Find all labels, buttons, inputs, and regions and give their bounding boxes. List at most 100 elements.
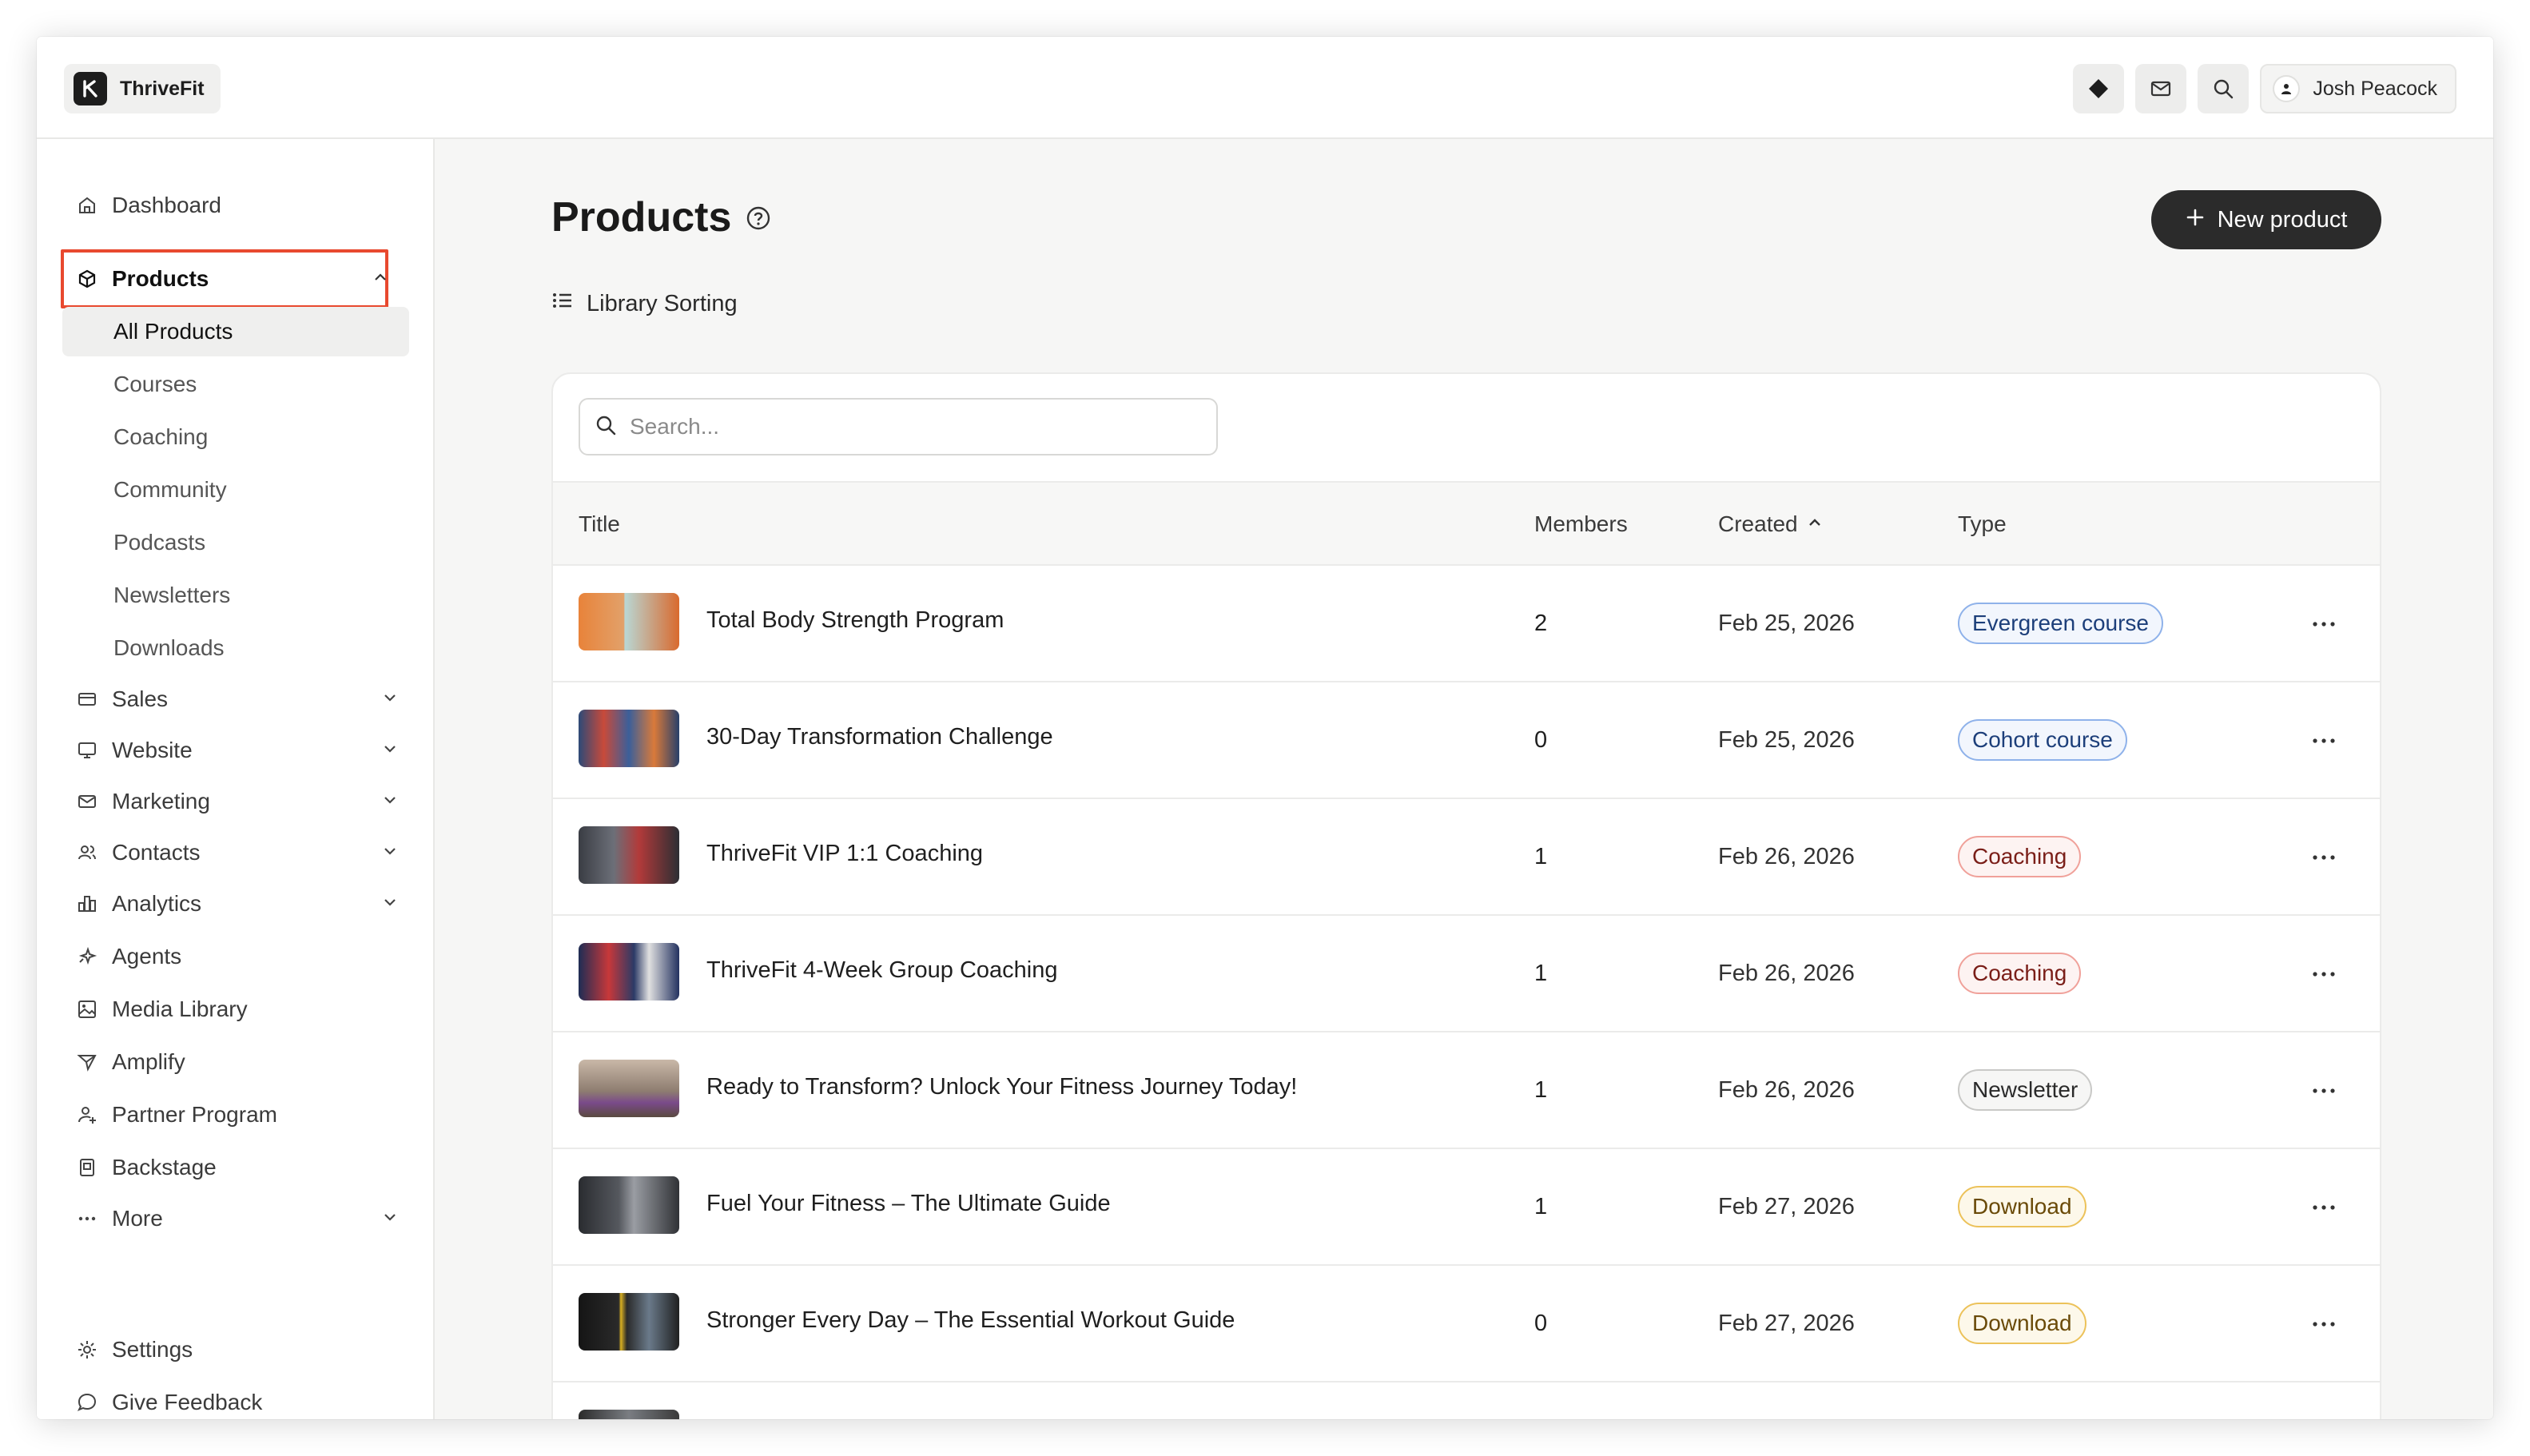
product-title[interactable]: Ready to Transform? Unlock Your Fitness … [706,1074,1297,1100]
table-header: Title Members Created Type [553,481,2380,566]
table-row-partial [553,1382,2380,1419]
app-window: ThriveFit Josh Peacock Dashboard Product… [37,37,2493,1419]
users-icon [75,841,99,865]
table-row[interactable]: Stronger Every Day – The Essential Worko… [553,1266,2380,1382]
diamond-icon[interactable] [2073,64,2125,113]
product-members: 1 [1534,1077,1548,1103]
user-plus-icon [75,1103,99,1127]
column-header-created-label: Created [1718,511,1798,536]
type-badge: Cohort course [1958,719,2127,761]
sidebar-item-label: Dashboard [112,193,221,217]
product-created: Feb 25, 2026 [1718,611,1855,636]
sidebar-subitem-courses[interactable]: Courses [62,360,409,409]
product-title[interactable]: ThriveFit VIP 1:1 Coaching [706,841,983,867]
sidebar-item-amplify[interactable]: Amplify [62,1037,409,1087]
table-row[interactable]: Fuel Your Fitness – The Ultimate Guide 1… [553,1149,2380,1266]
chevron-down-icon[interactable] [380,790,400,815]
product-members: 0 [1534,1311,1548,1336]
sidebar-item-products[interactable]: Products [62,254,409,304]
main-content: Products New product Library Sorting Sea… [436,139,2493,1419]
product-title[interactable]: Total Body Strength Program [706,607,1004,634]
product-thumbnail [579,1293,679,1351]
type-badge: Coaching [1958,836,2082,877]
sidebar-subitem-podcasts[interactable]: Podcasts [62,518,409,567]
more-options-icon[interactable] [2308,845,2340,869]
search-icon[interactable] [2198,64,2250,113]
sidebar-item-dashboard[interactable]: Dashboard [62,181,409,230]
column-header-created[interactable]: Created [1718,511,1824,537]
sidebar-item-agents[interactable]: Agents [62,932,409,981]
monitor-icon [75,738,99,762]
sidebar-item-label: Website [112,738,193,762]
page-title-text: Products [551,194,732,241]
sidebar-item-media-library[interactable]: Media Library [62,985,409,1034]
table-row[interactable]: 30-Day Transformation Challenge 0 Feb 25… [553,682,2380,799]
product-title[interactable]: Fuel Your Fitness – The Ultimate Guide [706,1191,1111,1217]
chevron-down-icon[interactable] [380,687,400,713]
sidebar-subitem-newsletters[interactable]: Newsletters [62,571,409,620]
sidebar-item-label: More [112,1206,163,1231]
brand-logo-icon [74,72,107,105]
user-menu-button[interactable]: Josh Peacock [2260,64,2456,113]
product-title[interactable]: 30-Day Transformation Challenge [706,724,1053,750]
product-title[interactable]: ThriveFit 4-Week Group Coaching [706,957,1057,984]
product-title[interactable]: Stronger Every Day – The Essential Worko… [706,1307,1235,1334]
chat-icon [75,1390,99,1414]
column-header-members[interactable]: Members [1534,511,1628,537]
mail-icon[interactable] [2135,64,2187,113]
top-actions: Josh Peacock [2073,64,2456,113]
chevron-down-icon[interactable] [380,892,400,917]
table-row[interactable]: ThriveFit 4-Week Group Coaching 1 Feb 26… [553,916,2380,1032]
product-thumbnail [579,1060,679,1117]
chevron-up-icon[interactable] [371,267,390,292]
more-options-icon[interactable] [2308,1079,2340,1103]
gear-icon [75,1338,99,1362]
sidebar-subitem-community[interactable]: Community [62,465,409,515]
column-header-type[interactable]: Type [1958,511,2007,537]
sidebar-item-website[interactable]: Website [62,726,409,775]
more-options-icon[interactable] [2308,729,2340,753]
page-title: Products [551,193,771,241]
sort-ascending-icon [1806,511,1824,537]
table-row[interactable]: Ready to Transform? Unlock Your Fitness … [553,1032,2380,1149]
table-row[interactable]: Total Body Strength Program 2 Feb 25, 20… [553,566,2380,682]
sidebar-item-marketing[interactable]: Marketing [62,777,409,826]
library-sorting-link[interactable]: Library Sorting [551,289,738,318]
sidebar-subitem-coaching[interactable]: Coaching [62,412,409,462]
sidebar-item-settings[interactable]: Settings [62,1325,409,1374]
list-icon [551,289,574,318]
product-created: Feb 25, 2026 [1718,727,1855,753]
sidebar-item-analytics[interactable]: Analytics [62,879,409,929]
send-icon [75,1050,99,1074]
sidebar-subitem-downloads[interactable]: Downloads [62,623,409,673]
chevron-down-icon[interactable] [380,738,400,764]
column-header-title[interactable]: Title [579,511,620,537]
sidebar-item-label: Analytics [112,891,202,916]
products-table-card: Title Members Created Type Total Body St… [551,372,2381,1419]
search-icon [595,414,617,440]
sidebar-item-partner-program[interactable]: Partner Program [62,1090,409,1140]
chevron-down-icon[interactable] [380,1207,400,1232]
brand-switcher[interactable]: ThriveFit [64,64,221,113]
help-icon[interactable] [746,193,771,241]
sidebar-item-sales[interactable]: Sales [62,674,409,724]
sidebar-item-backstage[interactable]: Backstage [62,1143,409,1192]
search-input[interactable] [630,414,1189,440]
more-options-icon[interactable] [2308,612,2340,636]
sidebar-item-contacts[interactable]: Contacts [62,828,409,877]
new-product-button[interactable]: New product [2151,190,2381,249]
table-row[interactable]: ThriveFit VIP 1:1 Coaching 1 Feb 26, 202… [553,799,2380,916]
more-options-icon[interactable] [2308,1312,2340,1336]
dots-icon [75,1207,99,1231]
sidebar-item-more[interactable]: More [62,1194,409,1243]
more-options-icon[interactable] [2308,1195,2340,1219]
badge-icon [75,1156,99,1180]
sidebar-subitem-all-products[interactable]: All Products [62,307,409,356]
more-options-icon[interactable] [2308,962,2340,986]
product-thumbnail [579,1410,679,1419]
sidebar-item-give-feedback[interactable]: Give Feedback [62,1378,409,1419]
bar-chart-icon [75,892,99,916]
search-box[interactable] [579,398,1218,455]
sidebar-item-label: Amplify [112,1049,185,1074]
chevron-down-icon[interactable] [380,841,400,866]
